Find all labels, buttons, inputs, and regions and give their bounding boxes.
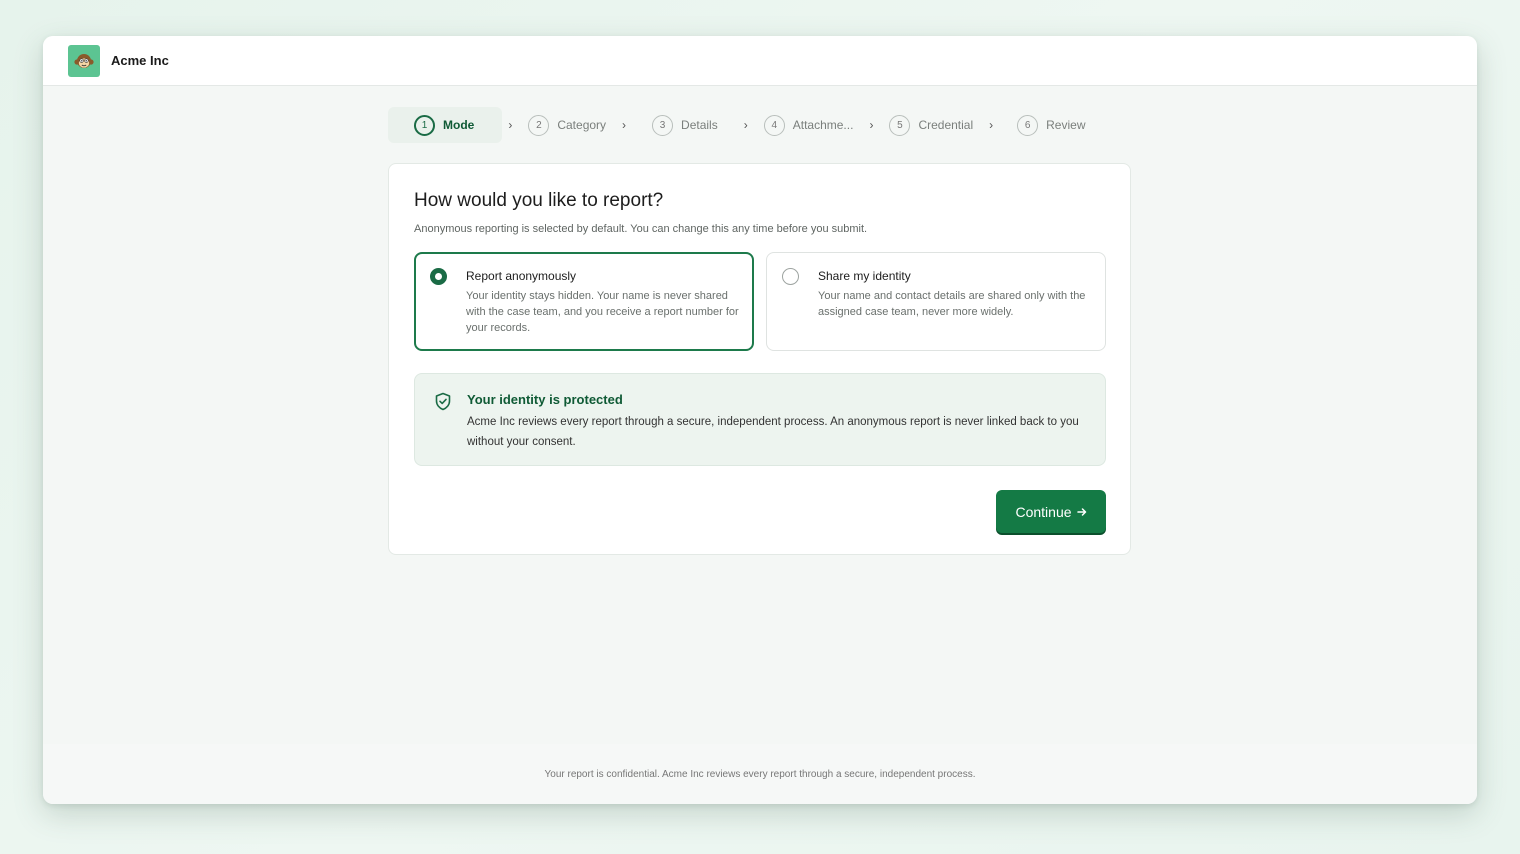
brand-name: Acme Inc	[111, 53, 169, 68]
arrow-right-icon	[1076, 507, 1086, 516]
top-bar: Acme Inc	[43, 36, 1477, 86]
option-description: Your name and contact details are shared…	[818, 290, 1086, 318]
option-description: Your identity stays hidden. Your name is…	[466, 290, 739, 334]
page-subtitle: Anonymous reporting is selected by defau…	[414, 223, 868, 235]
step-label: Attachme...	[792, 118, 854, 132]
step-label: Review	[1046, 118, 1086, 132]
page-title: How would you like to report?	[414, 190, 664, 211]
step-label: Category	[557, 118, 607, 132]
chevron-right-icon: ›	[869, 118, 874, 132]
radio-selected[interactable]	[430, 268, 447, 285]
step-number: 4	[763, 114, 785, 136]
option-report-anonymously[interactable]: Report anonymously Your identity stays h…	[414, 252, 754, 351]
report-mode-card: How would you like to report? Anonymous …	[388, 163, 1131, 555]
step-review[interactable]: 6 Review	[999, 107, 1095, 143]
option-title: Report anonymously	[466, 269, 577, 283]
continue-button[interactable]: Continue	[996, 490, 1106, 533]
chevron-right-icon: ›	[622, 118, 627, 132]
monkey-icon	[68, 44, 100, 77]
step-attachments[interactable]: 4 Attachme...	[754, 107, 864, 143]
step-number: 6	[1017, 114, 1039, 136]
option-title: Share my identity	[818, 269, 911, 283]
option-share-identity[interactable]: Share my identity Your name and contact …	[766, 252, 1106, 351]
footer-text: Your report is confidential. Acme Inc re…	[544, 768, 976, 780]
chevron-right-icon: ›	[743, 118, 748, 132]
step-number: 2	[528, 114, 550, 136]
step-label: Credential	[918, 118, 974, 132]
step-number: 1	[414, 114, 435, 136]
step-number: 5	[889, 114, 911, 136]
notice-title: Your identity is protected	[467, 392, 623, 407]
step-category[interactable]: 2 Category	[518, 107, 616, 143]
shield-check-icon	[434, 392, 452, 416]
notice-body: Acme Inc reviews every report through a …	[467, 416, 1079, 448]
step-label: Mode	[443, 118, 475, 132]
step-details[interactable]: 3 Details	[632, 107, 738, 143]
step-number: 3	[652, 114, 674, 136]
step-label: Details	[681, 118, 718, 132]
radio-unselected[interactable]	[782, 268, 799, 285]
app-window: Acme Inc 1 Mode › 2 Category › 3 Details…	[43, 36, 1477, 804]
step-credential[interactable]: 5 Credential	[879, 107, 983, 143]
step-mode[interactable]: 1 Mode	[388, 107, 503, 143]
progress-stepper: 1 Mode › 2 Category › 3 Details › 4 Atta…	[388, 107, 1112, 143]
identity-protection-notice: Your identity is protected Acme Inc revi…	[414, 373, 1106, 466]
chevron-right-icon: ›	[508, 118, 513, 132]
footer: Your report is confidential. Acme Inc re…	[43, 744, 1477, 804]
continue-label: Continue	[1015, 503, 1072, 520]
chevron-right-icon: ›	[989, 118, 994, 132]
